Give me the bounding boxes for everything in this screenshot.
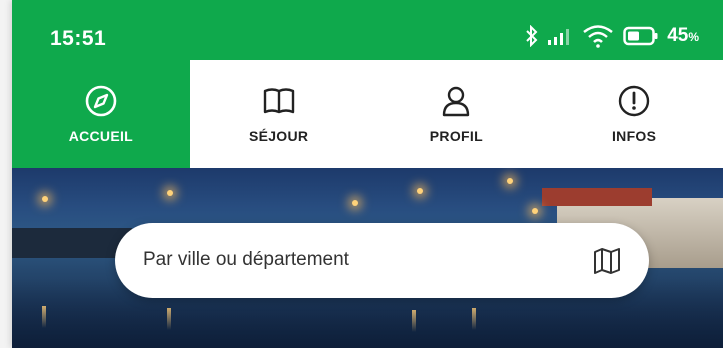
compass-icon [85, 85, 117, 117]
tab-infos-label: INFOS [611, 128, 657, 144]
hero-light [532, 208, 538, 214]
wifi-icon [583, 25, 613, 48]
tab-profil[interactable]: PROFIL [368, 60, 546, 168]
status-time: 15:51 [50, 27, 107, 50]
hero-light [507, 178, 513, 184]
bluetooth-icon [526, 25, 538, 47]
tab-accueil-label: ACCUEIL [68, 128, 134, 144]
battery-icon [623, 26, 658, 46]
hero-reflection [167, 308, 171, 330]
status-bar: 15:51 45% [12, 0, 723, 60]
hero-reflection [472, 308, 476, 330]
tab-sejour-label: SÉJOUR [248, 128, 309, 144]
hero-roof [542, 188, 652, 206]
tab-profil-label: PROFIL [429, 128, 483, 144]
tab-accueil[interactable]: ACCUEIL [12, 60, 190, 168]
app-screen: 15:51 45% ACCUEIL SÉJOUR PROFIL INFOS Pa… [12, 0, 723, 348]
hero-light [352, 200, 358, 206]
hero-reflection [42, 306, 46, 328]
hero-reflection [412, 310, 416, 332]
tab-infos[interactable]: INFOS [545, 60, 723, 168]
info-icon [618, 85, 650, 117]
hero-light [167, 190, 173, 196]
hero-pier [12, 228, 132, 258]
status-icons: 45% [525, 24, 699, 48]
search-input[interactable]: Par ville ou département [115, 223, 649, 298]
signal-icon [548, 29, 570, 45]
hero-light [417, 188, 423, 194]
hero-light [42, 196, 48, 202]
map-icon[interactable] [593, 247, 621, 275]
battery-percentage: 45% [667, 25, 699, 46]
tab-sejour[interactable]: SÉJOUR [190, 60, 368, 168]
tab-bar: ACCUEIL SÉJOUR PROFIL INFOS [12, 60, 723, 168]
user-icon [443, 86, 470, 117]
search-placeholder: Par ville ou département [143, 249, 349, 270]
book-icon [263, 88, 294, 114]
